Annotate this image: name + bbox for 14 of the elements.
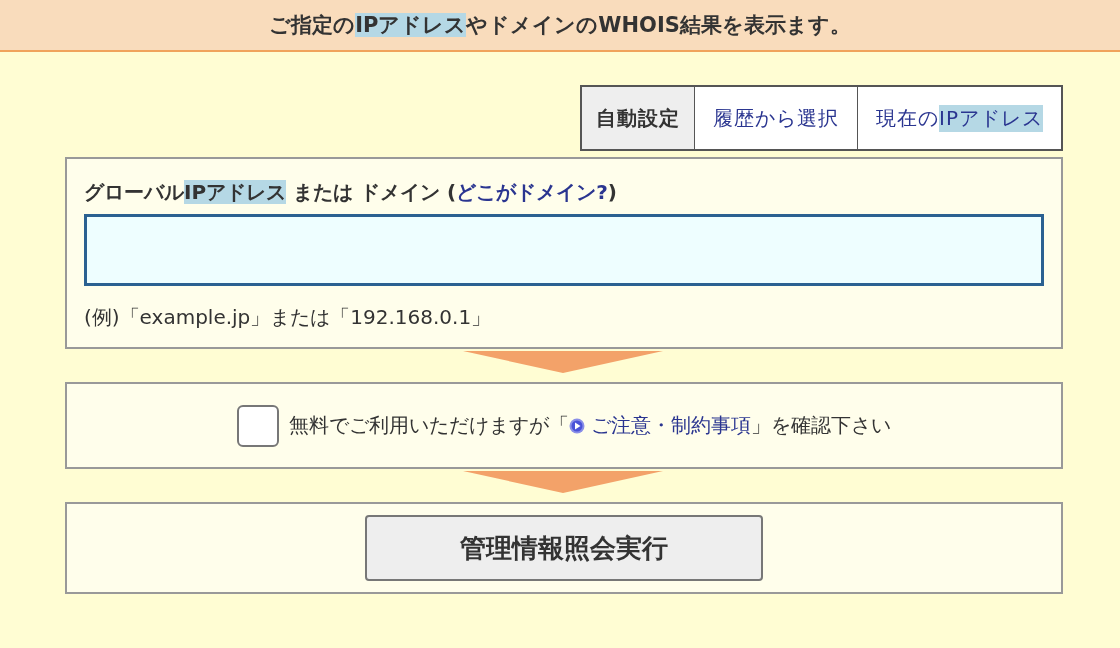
page-description: ご指定のIPアドレスやドメインのWHOIS結果を表示ます。 — [269, 12, 851, 39]
tab[interactable]: 自動設定 — [582, 87, 695, 149]
play-icon — [568, 418, 585, 434]
field-label: グローバルIPアドレス または ドメイン ( — [84, 179, 457, 206]
field-label-end: ) — [607, 180, 617, 204]
notice-link[interactable]: ご注意・制約事項 — [568, 413, 752, 437]
tab[interactable]: 履歴から選択 — [694, 87, 858, 149]
tab[interactable]: 現在のIPアドレス — [857, 87, 1061, 149]
agreement-text: 無料でご利用いただけますが「 ご注意・制約事項」を確認下さい — [288, 412, 892, 439]
help-link[interactable]: どこがドメイン? — [456, 179, 608, 206]
example-text: (例)「example.jp」または「192.168.0.1」 — [84, 304, 493, 331]
submit-button[interactable]: 管理情報照会実行 — [365, 515, 763, 581]
checkbox[interactable] — [236, 404, 279, 447]
input-field[interactable] — [84, 214, 1044, 286]
